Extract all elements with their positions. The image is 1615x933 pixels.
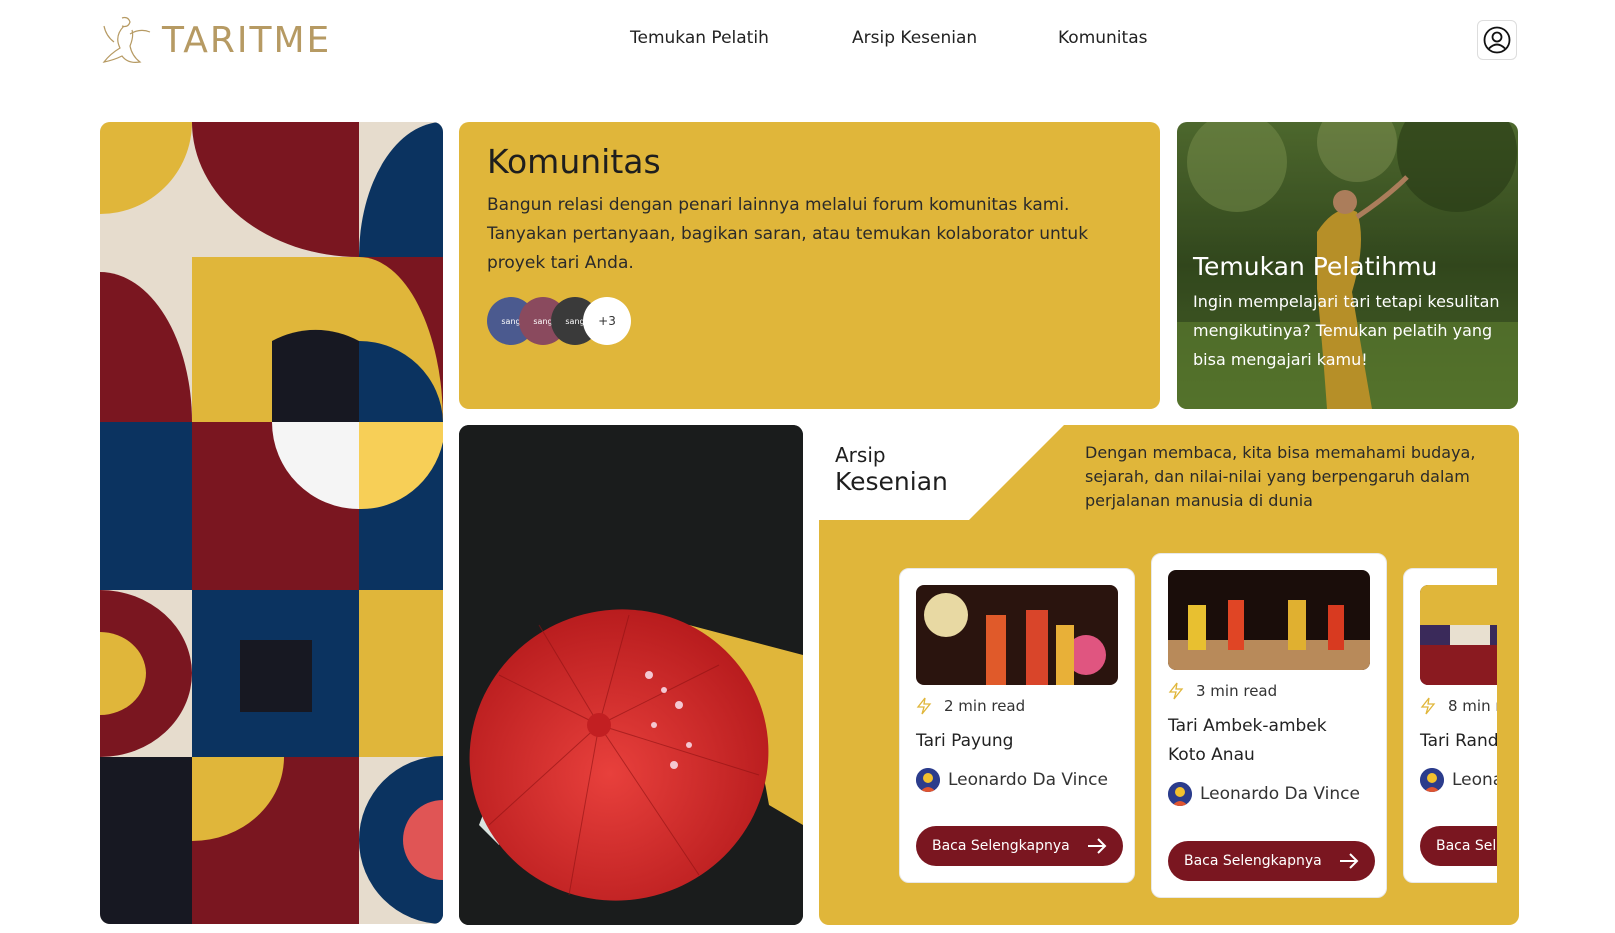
author-avatar <box>916 768 940 792</box>
arrow-right-icon <box>1088 838 1107 854</box>
site-header: TARITME Temukan Pelatih Arsip Kesenian K… <box>0 0 1615 80</box>
author-name: Leonardo Da Vince <box>948 770 1108 790</box>
article-author: Leonardo Da Vince <box>1168 782 1370 806</box>
arsip-heading: Arsip Kesenian <box>835 443 948 496</box>
article-title: Tari Ambek-ambek Koto Anau <box>1168 716 1327 765</box>
dancer-logo-icon <box>102 16 151 63</box>
read-time: 3 min read <box>1168 682 1370 700</box>
read-time: 2 min read <box>916 697 1118 715</box>
temukan-pelatih-card[interactable]: Temukan Pelatihmu Ingin mempelajari tari… <box>1177 122 1518 409</box>
nav-arsip-kesenian[interactable]: Arsip Kesenian <box>852 28 977 48</box>
brand-logo[interactable]: TARITME <box>100 12 331 68</box>
article-title: Tari Randai <box>1420 731 1497 751</box>
read-more-label: Baca Selengkapnya <box>1436 838 1497 854</box>
article-thumbnail <box>1420 585 1497 685</box>
article-card[interactable]: 8 min read Tari Randai Leonardo Da Vince… <box>1403 568 1497 883</box>
arrow-right-icon <box>1340 853 1359 869</box>
user-icon <box>1483 26 1511 54</box>
read-time-label: 3 min read <box>1196 682 1278 700</box>
author-avatar <box>1168 782 1192 806</box>
profile-button[interactable] <box>1477 20 1517 60</box>
author-name: Leonardo Da Vince <box>1452 770 1497 790</box>
read-time: 8 min read <box>1420 697 1497 715</box>
read-more-label: Baca Selengkapnya <box>1184 853 1322 869</box>
article-thumbnail <box>916 585 1118 685</box>
arsip-label-big: Kesenian <box>835 467 948 496</box>
lightning-icon <box>1168 682 1184 700</box>
more-members-count: +3 <box>583 297 631 345</box>
komunitas-description: Bangun relasi dengan penari lainnya mela… <box>487 195 1089 273</box>
author-avatar <box>1420 768 1444 792</box>
article-author: Leonardo Da Vince <box>916 768 1118 792</box>
nav-komunitas[interactable]: Komunitas <box>1058 28 1147 48</box>
geometric-pattern-panel <box>100 122 443 924</box>
read-time-label: 2 min read <box>944 697 1026 715</box>
pelatih-text-block: Temukan Pelatihmu Ingin mempelajari tari… <box>1193 252 1503 374</box>
brand-name: TARITME <box>162 19 332 61</box>
author-name: Leonardo Da Vince <box>1200 784 1360 804</box>
umbrella-photo-panel <box>459 425 803 925</box>
lightning-icon <box>916 697 932 715</box>
article-card[interactable]: 3 min read Tari Ambek-ambek Koto Anau Le… <box>1151 553 1387 898</box>
read-more-button[interactable]: Baca Selengkapnya <box>916 826 1123 866</box>
read-more-button[interactable]: Baca Selengkapnya <box>1420 826 1497 866</box>
komunitas-title: Komunitas <box>487 142 661 181</box>
arsip-kesenian-section: Arsip Kesenian Dengan membaca, kita bisa… <box>819 425 1519 925</box>
komunitas-card[interactable]: Komunitas Bangun relasi dengan penari la… <box>459 122 1160 409</box>
lightning-icon <box>1420 697 1436 715</box>
read-more-label: Baca Selengkapnya <box>932 838 1070 854</box>
arsip-label-small: Arsip <box>835 443 886 467</box>
read-more-button[interactable]: Baca Selengkapnya <box>1168 841 1375 881</box>
umbrella-photo <box>459 425 803 925</box>
article-title: Tari Payung <box>916 731 1014 751</box>
pelatih-description: Ingin mempelajari tari tetapi kesulitan … <box>1193 292 1500 369</box>
geometric-pattern-art <box>100 122 443 924</box>
article-author: Leonardo Da Vince <box>1420 768 1497 792</box>
member-avatars[interactable]: sang sang sang +3 <box>487 297 631 345</box>
arsip-description: Dengan membaca, kita bisa memahami buday… <box>1085 443 1476 510</box>
article-carousel[interactable]: 2 min read Tari Payung Leonardo Da Vince… <box>899 553 1497 903</box>
pelatih-title: Temukan Pelatihmu <box>1193 252 1438 281</box>
article-card[interactable]: 2 min read Tari Payung Leonardo Da Vince… <box>899 568 1135 883</box>
article-thumbnail <box>1168 570 1370 670</box>
read-time-label: 8 min read <box>1448 697 1497 715</box>
nav-temukan-pelatih[interactable]: Temukan Pelatih <box>630 28 769 48</box>
